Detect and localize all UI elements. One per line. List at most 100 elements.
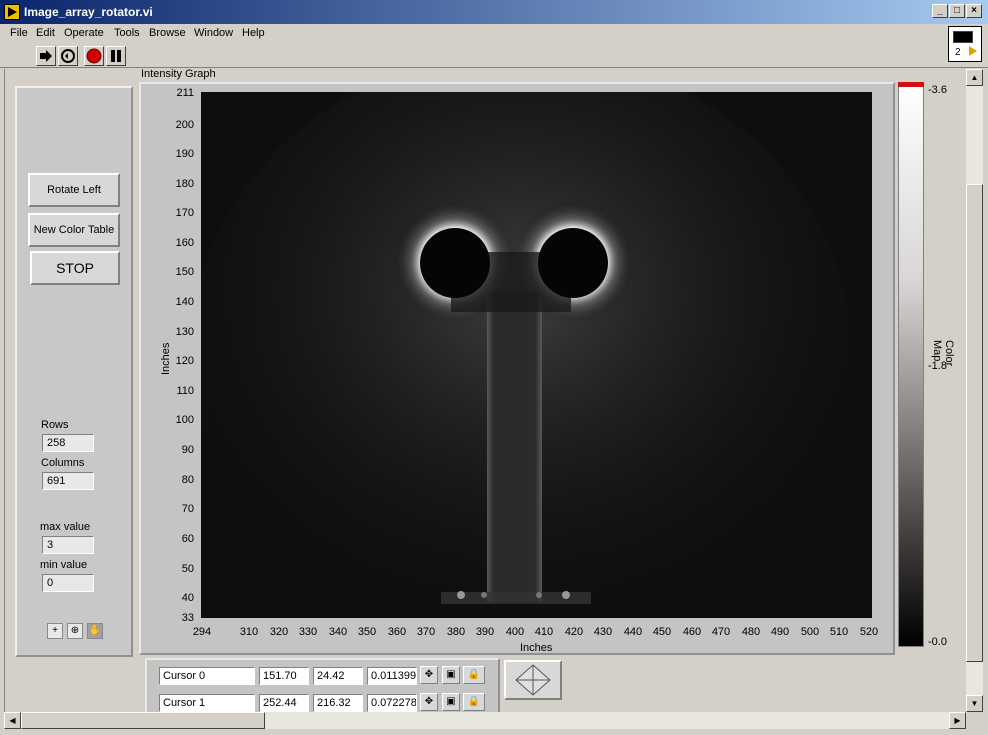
- x-tick: 294: [192, 626, 212, 638]
- y-tick: 211: [176, 87, 194, 99]
- max-value-label: max value: [40, 521, 91, 533]
- color-map-ramp[interactable]: [898, 82, 924, 647]
- menu-window[interactable]: Window: [194, 27, 233, 39]
- scroll-right-icon[interactable]: ▶: [949, 712, 966, 729]
- vertical-scrollbar[interactable]: ▲ ▼: [966, 69, 983, 712]
- horizontal-scrollbar[interactable]: ◀ ▶: [4, 712, 966, 729]
- vi-connector-icon[interactable]: 2: [948, 26, 982, 62]
- pan-hand-icon[interactable]: ✋: [87, 623, 103, 639]
- y-tick: 150: [175, 266, 194, 278]
- y-tick: 100: [175, 414, 194, 426]
- x-tick: 360: [387, 626, 407, 638]
- title-bar: Image_array_rotator.vi _ □ ×: [0, 0, 988, 24]
- cursor-0-lock-icon[interactable]: 🔒: [463, 666, 485, 684]
- x-tick: 500: [800, 626, 820, 638]
- x-tick: 390: [475, 626, 495, 638]
- scroll-down-icon[interactable]: ▼: [966, 695, 983, 712]
- color-map-marker[interactable]: [898, 82, 924, 87]
- max-value-indicator: 3: [42, 536, 94, 554]
- menu-file[interactable]: File: [10, 27, 28, 39]
- stop-button[interactable]: STOP: [30, 251, 120, 285]
- cursor-1-x[interactable]: 252.44: [259, 694, 309, 712]
- rotate-left-button[interactable]: Rotate Left: [28, 173, 120, 207]
- menu-tools[interactable]: Tools: [114, 27, 140, 39]
- cursor-0-x[interactable]: 151.70: [259, 667, 309, 685]
- menu-bar: File Edit Operate Tools Browse Window He…: [0, 24, 988, 42]
- scroll-left-icon[interactable]: ◀: [4, 712, 21, 729]
- intensity-plot[interactable]: [201, 92, 872, 618]
- x-tick: 440: [623, 626, 643, 638]
- y-tick: 160: [175, 237, 194, 249]
- menu-browse[interactable]: Browse: [149, 27, 186, 39]
- x-tick: 450: [652, 626, 672, 638]
- y-tick: 140: [175, 296, 194, 308]
- menu-edit[interactable]: Edit: [36, 27, 55, 39]
- cursor-0-move-icon[interactable]: ✥: [420, 666, 438, 684]
- cursor-1-name[interactable]: Cursor 1: [159, 694, 255, 712]
- x-tick: 490: [770, 626, 790, 638]
- x-tick: 340: [328, 626, 348, 638]
- y-tick: 130: [175, 326, 194, 338]
- x-tick: 320: [269, 626, 289, 638]
- cursor-0-name[interactable]: Cursor 0: [159, 667, 255, 685]
- x-tick: 470: [711, 626, 731, 638]
- close-button[interactable]: ×: [966, 4, 982, 18]
- control-cluster: [15, 86, 133, 657]
- y-tick: 200: [175, 119, 194, 131]
- menu-help[interactable]: Help: [242, 27, 265, 39]
- run-arrow-icon[interactable]: [36, 46, 56, 66]
- y-tick: 70: [181, 503, 194, 515]
- cursor-tool-icon[interactable]: +: [47, 623, 63, 639]
- vertical-scroll-thumb[interactable]: [966, 184, 983, 662]
- y-tick: 190: [175, 148, 194, 160]
- cursor-0-y[interactable]: 24.42: [313, 667, 363, 685]
- color-map-tick: -3.6: [928, 84, 947, 96]
- x-tick: 400: [505, 626, 525, 638]
- x-tick: 410: [534, 626, 554, 638]
- y-tick: 60: [181, 533, 194, 545]
- cursor-1-z[interactable]: 0.072278: [367, 694, 417, 712]
- y-tick: 170: [175, 207, 194, 219]
- cursor-0-z[interactable]: 0.011399: [367, 667, 417, 685]
- zoom-tool-icon[interactable]: ⊕: [67, 623, 83, 639]
- x-tick: 310: [239, 626, 259, 638]
- cursor-1-move-icon[interactable]: ✥: [420, 693, 438, 711]
- x-tick: 460: [682, 626, 702, 638]
- x-tick: 480: [741, 626, 761, 638]
- x-tick: 330: [298, 626, 318, 638]
- y-axis-title: Inches: [160, 342, 172, 375]
- horizontal-scroll-thumb[interactable]: [21, 712, 265, 729]
- window-title: Image_array_rotator.vi: [24, 5, 153, 19]
- x-tick: 430: [593, 626, 613, 638]
- x-tick: 420: [564, 626, 584, 638]
- y-tick: 80: [181, 474, 194, 486]
- new-color-table-button[interactable]: New Color Table: [28, 213, 120, 247]
- x-axis-title: Inches: [520, 642, 553, 654]
- x-tick: 370: [416, 626, 436, 638]
- x-tick: 510: [829, 626, 849, 638]
- columns-indicator: 691: [42, 472, 94, 490]
- x-tick: 380: [446, 626, 466, 638]
- diamond-arrows-icon: [515, 664, 551, 696]
- cursor-movement-control[interactable]: [504, 660, 562, 700]
- x-tick: 350: [357, 626, 377, 638]
- maximize-button[interactable]: □: [949, 4, 965, 18]
- intensity-image: [201, 92, 872, 618]
- menu-operate[interactable]: Operate: [64, 27, 104, 39]
- color-map-tick: -0.0: [928, 636, 947, 648]
- rows-label: Rows: [41, 419, 69, 431]
- cursor-1-style-icon[interactable]: ▣: [442, 693, 460, 711]
- abort-execution-icon[interactable]: [84, 46, 104, 66]
- color-map-title: Color Map: [931, 340, 955, 367]
- y-tick: 33: [181, 612, 194, 624]
- cursor-0-style-icon[interactable]: ▣: [442, 666, 460, 684]
- labview-vi-icon[interactable]: [4, 4, 20, 20]
- scroll-up-icon[interactable]: ▲: [966, 69, 983, 86]
- y-tick: 110: [176, 385, 194, 397]
- run-continuously-icon[interactable]: [58, 46, 78, 66]
- minimize-button[interactable]: _: [932, 4, 948, 18]
- y-tick: 40: [181, 592, 194, 604]
- cursor-1-lock-icon[interactable]: 🔒: [463, 693, 485, 711]
- cursor-1-y[interactable]: 216.32: [313, 694, 363, 712]
- pause-icon[interactable]: [106, 46, 126, 66]
